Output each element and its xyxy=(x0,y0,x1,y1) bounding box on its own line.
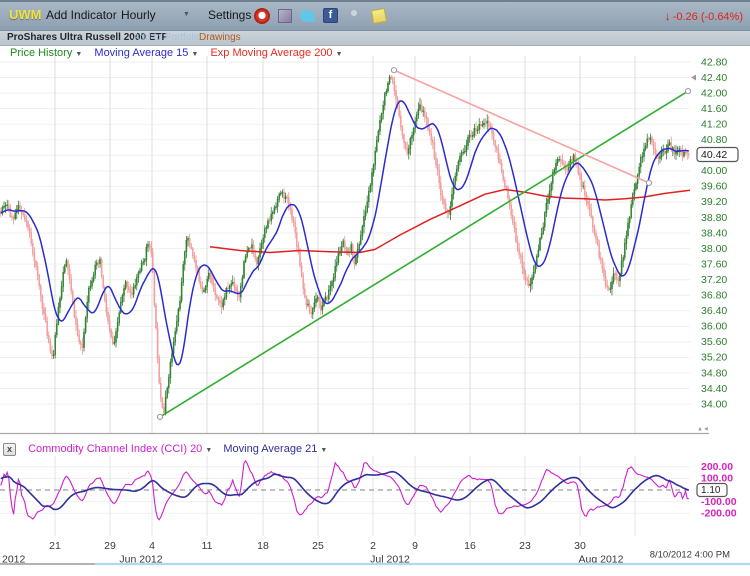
facebook-icon[interactable]: f xyxy=(323,8,338,23)
price-change: ↓-0.26 (-0.64%) xyxy=(665,9,743,23)
indicator-label: Price History xyxy=(10,47,72,59)
close-pane-button[interactable]: x xyxy=(3,443,16,456)
chevron-down-icon: ▼ xyxy=(75,51,82,58)
sticky-note-icon[interactable] xyxy=(371,8,387,24)
svg-text:36.40: 36.40 xyxy=(701,305,727,317)
svg-text:25: 25 xyxy=(312,540,324,552)
add-to-portfolio-link[interactable]: Add to Portfolio xyxy=(133,32,201,43)
svg-text:18: 18 xyxy=(257,540,269,552)
svg-text:40.00: 40.00 xyxy=(701,165,727,177)
indicator-ma15[interactable]: Moving Average 15 ▼ xyxy=(94,47,198,59)
svg-text:8/10/2012 4:00 PM: 8/10/2012 4:00 PM xyxy=(650,550,730,561)
settings-button[interactable]: Settings xyxy=(208,8,251,22)
svg-text:30: 30 xyxy=(574,540,586,552)
svg-text:34.00: 34.00 xyxy=(701,398,727,410)
chart-canvas[interactable]: ▲◄ 42.80 42.40 42.00 41.60 41.20 40.80 40.00 39.… xyxy=(0,0,750,576)
svg-text:38.40: 38.40 xyxy=(701,227,727,239)
svg-text:23: 23 xyxy=(519,540,531,552)
svg-text:100.00: 100.00 xyxy=(701,473,733,485)
svg-text:9: 9 xyxy=(412,540,418,552)
indicator-label: Commodity Channel Index (CCI) 20 xyxy=(28,443,202,455)
main-toolbar: UWM Add Indicator Hourly ▼ Settings f ↓-… xyxy=(0,0,750,31)
indicator-label: Moving Average 21 xyxy=(223,443,317,455)
svg-text:▲◄: ▲◄ xyxy=(697,427,709,433)
svg-text:38.80: 38.80 xyxy=(701,212,727,224)
cube-icon[interactable] xyxy=(278,9,292,23)
svg-text:37.20: 37.20 xyxy=(701,274,727,286)
svg-text:36.80: 36.80 xyxy=(701,290,727,302)
indicator-label: Moving Average 15 xyxy=(94,47,188,59)
timeframe-select[interactable]: Hourly xyxy=(121,8,156,22)
symbol-ticker[interactable]: UWM xyxy=(9,7,42,22)
indicator-label: Exp Moving Average 200 xyxy=(210,47,332,59)
svg-text:21: 21 xyxy=(49,540,61,552)
cci-pane-header: x Commodity Channel Index (CCI) 20 ▼ Mov… xyxy=(0,443,335,457)
change-value: -0.26 (-0.64%) xyxy=(673,11,743,23)
svg-text:35.20: 35.20 xyxy=(701,352,727,364)
svg-text:-200.00: -200.00 xyxy=(701,507,737,519)
indicator-ema200[interactable]: Exp Moving Average 200 ▼ xyxy=(210,47,342,59)
symbol-subheader: ProShares Ultra Russell 2000 ETF Add to … xyxy=(0,31,750,46)
svg-text:16: 16 xyxy=(464,540,476,552)
drawings-link[interactable]: Drawings xyxy=(199,32,241,43)
svg-text:41.60: 41.60 xyxy=(701,103,727,115)
chevron-down-icon: ▼ xyxy=(205,447,212,454)
svg-text:39.60: 39.60 xyxy=(701,181,727,193)
svg-text:42.80: 42.80 xyxy=(701,56,727,68)
down-arrow-icon: ↓ xyxy=(665,9,671,23)
svg-text:2: 2 xyxy=(370,540,376,552)
indicator-price-history[interactable]: Price History ▼ xyxy=(10,47,82,59)
add-indicator-button[interactable]: Add Indicator xyxy=(46,8,117,22)
svg-text:38.00: 38.00 xyxy=(701,243,727,255)
svg-text:40.80: 40.80 xyxy=(701,134,727,146)
svg-text:40.42: 40.42 xyxy=(701,149,727,161)
chevron-down-icon[interactable]: ▼ xyxy=(183,11,190,18)
chevron-down-icon: ▼ xyxy=(336,51,343,58)
svg-text:34.40: 34.40 xyxy=(701,383,727,395)
svg-text:29: 29 xyxy=(104,540,116,552)
svg-text:34.80: 34.80 xyxy=(701,367,727,379)
chart-app: ▲◄ 42.80 42.40 42.00 41.60 41.20 40.80 40.00 39.… xyxy=(0,0,750,576)
chevron-down-icon: ▼ xyxy=(320,447,327,454)
svg-text:200.00: 200.00 xyxy=(701,461,733,473)
indicator-cci-ma21[interactable]: Moving Average 21 ▼ xyxy=(223,443,327,455)
svg-text:11: 11 xyxy=(202,540,213,552)
indicator-cci20[interactable]: Commodity Channel Index (CCI) 20 ▼ xyxy=(28,443,212,455)
twitter-icon[interactable] xyxy=(300,10,315,22)
svg-text:37.60: 37.60 xyxy=(701,258,727,270)
svg-text:39.20: 39.20 xyxy=(701,196,727,208)
svg-text:35.60: 35.60 xyxy=(701,336,727,348)
svg-text:42.00: 42.00 xyxy=(701,87,727,99)
svg-text:36.00: 36.00 xyxy=(701,321,727,333)
chevron-down-icon: ▼ xyxy=(191,51,198,58)
svg-text:42.40: 42.40 xyxy=(701,72,727,84)
svg-text:1.10: 1.10 xyxy=(701,485,721,496)
alerts-clock-icon[interactable] xyxy=(254,8,270,24)
svg-text:41.20: 41.20 xyxy=(701,118,727,130)
price-pane-header: Price History ▼ Moving Average 15 ▼ Exp … xyxy=(10,47,352,61)
svg-text:4: 4 xyxy=(149,540,155,552)
svg-text:-100.00: -100.00 xyxy=(701,496,737,508)
